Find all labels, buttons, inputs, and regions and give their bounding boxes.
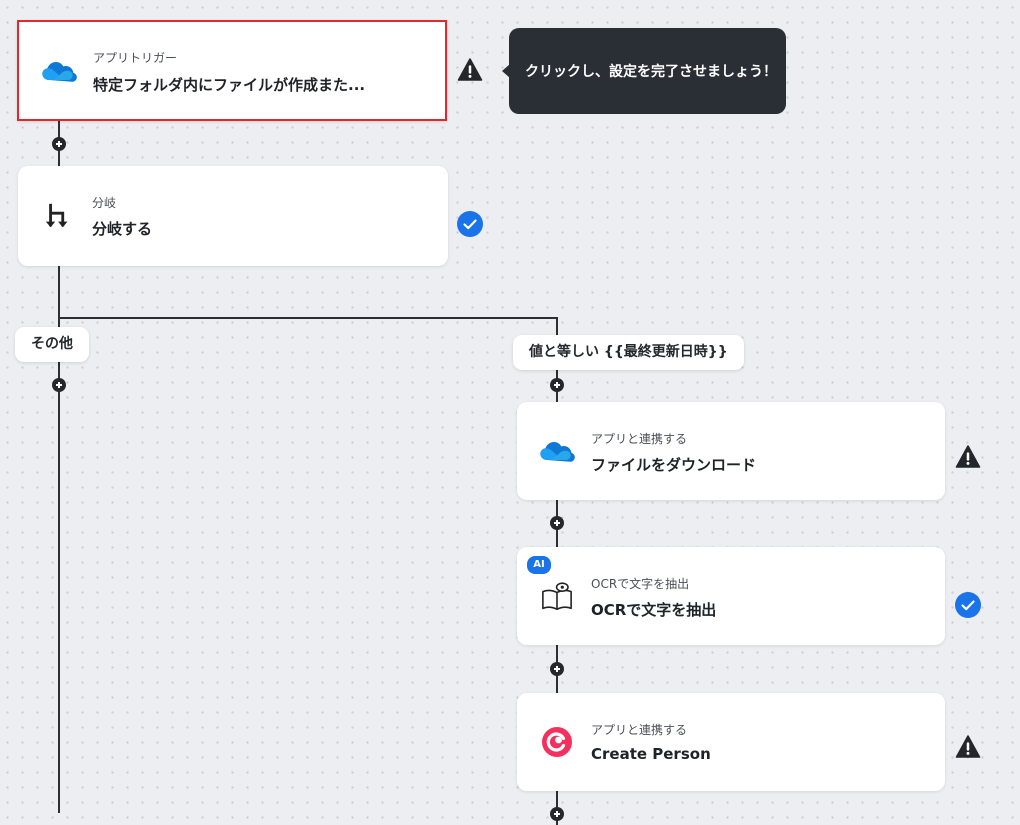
tooltip-text: クリックし、設定を完了させましょう！ — [525, 64, 777, 80]
add-step-button[interactable] — [52, 137, 66, 151]
branch-title: 分岐する — [92, 220, 153, 238]
warning-icon — [457, 58, 483, 81]
copper-logo-icon — [542, 727, 572, 757]
add-step-button[interactable] — [550, 378, 564, 392]
branch-card[interactable]: 分岐 分岐する — [18, 166, 448, 266]
branch-subtitle: 分岐 — [92, 196, 117, 210]
ai-badge: AI — [527, 556, 551, 574]
add-step-button[interactable] — [52, 378, 66, 392]
check-circle-icon — [457, 211, 483, 237]
step-subtitle: アプリと連携する — [591, 432, 688, 446]
step-card-create-person[interactable]: アプリと連携する Create Person — [517, 693, 945, 791]
ocr-book-eye-icon — [542, 582, 572, 611]
setup-tooltip: クリックし、設定を完了させましょう！ — [502, 28, 786, 114]
check-circle-icon — [955, 592, 981, 618]
step-title: Create Person — [591, 745, 711, 763]
step-subtitle: アプリと連携する — [591, 723, 688, 737]
warning-icon — [955, 445, 981, 468]
branch-icon — [45, 203, 68, 228]
trigger-title: 特定フォルダ内にファイルが作成また... — [93, 76, 366, 94]
branch-label-other[interactable]: その他 — [15, 327, 89, 362]
onedrive-cloud-icon — [540, 442, 575, 462]
step-card-ocr[interactable]: OCRで文字を抽出 OCRで文字を抽出 — [517, 547, 945, 645]
step-title: ファイルをダウンロード — [591, 456, 757, 474]
step-card-download[interactable]: アプリと連携する ファイルをダウンロード — [517, 402, 945, 500]
branch-label-condition[interactable]: 値と等しい {{最終更新日時}} — [513, 335, 744, 370]
add-step-button[interactable] — [550, 662, 564, 676]
step-title: OCRで文字を抽出 — [591, 601, 717, 619]
warning-icon — [955, 735, 981, 758]
trigger-subtitle: アプリトリガー — [93, 51, 178, 65]
step-subtitle: OCRで文字を抽出 — [591, 577, 690, 591]
onedrive-cloud-icon — [42, 61, 77, 82]
connector-branch-horizontal — [58, 317, 558, 319]
add-step-button[interactable] — [550, 516, 564, 530]
trigger-card[interactable]: アプリトリガー 特定フォルダ内にファイルが作成また... — [17, 20, 447, 121]
add-step-button[interactable] — [550, 807, 564, 821]
